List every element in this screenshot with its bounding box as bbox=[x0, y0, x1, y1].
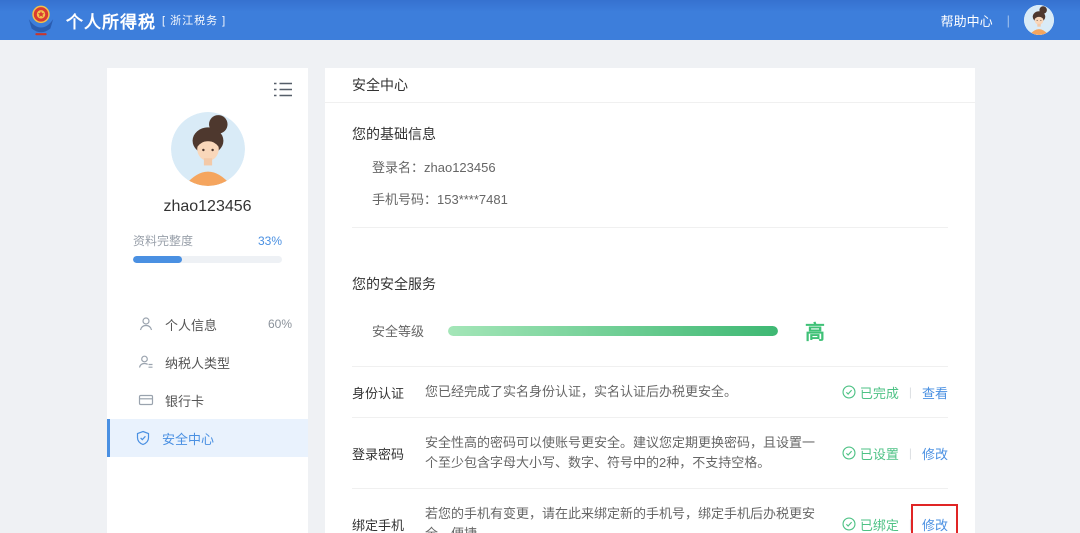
profile-progress-fill bbox=[133, 256, 182, 263]
security-row-phone: 绑定手机 若您的手机有变更，请在此来绑定新的手机号，绑定手机后办税更安全、便捷。… bbox=[352, 488, 948, 533]
status-badge: 已设置 bbox=[842, 444, 899, 463]
sidebar-item-label: 安全中心 bbox=[162, 429, 292, 448]
sidebar-menu: 个人信息 60% 纳税人类型 银行卡 bbox=[107, 305, 308, 457]
basic-info-title: 您的基础信息 bbox=[352, 124, 948, 144]
profile-avatar bbox=[171, 112, 245, 186]
check-circle-icon bbox=[842, 446, 856, 460]
security-row-password: 登录密码 安全性高的密码可以使账号更安全。建议您定期更换密码，且设置一个至少包含… bbox=[352, 417, 948, 488]
app-subtitle: [ 浙江税务 ] bbox=[162, 12, 226, 28]
security-item-label: 登录密码 bbox=[352, 444, 425, 463]
security-items-list: 身份认证 您已经完成了实名身份认证，实名认证后办税更安全。 已完成 | 查看 登… bbox=[352, 366, 948, 533]
security-item-label: 身份认证 bbox=[352, 383, 425, 402]
profile-completeness: 资料完整度 33% bbox=[133, 232, 282, 263]
sidebar-item-taxpayer-type[interactable]: 纳税人类型 bbox=[107, 343, 308, 381]
top-header: 个人所得税 [ 浙江税务 ] 帮助中心 | bbox=[0, 0, 1080, 40]
check-circle-icon bbox=[842, 517, 856, 531]
phone-number: 手机号码：153****7481 bbox=[372, 189, 948, 208]
security-item-description: 安全性高的密码可以使账号更安全。建议您定期更换密码，且设置一个至少包含字母大小写… bbox=[425, 433, 823, 473]
security-level-bar bbox=[448, 326, 778, 336]
user-avatar[interactable] bbox=[1024, 5, 1054, 35]
profile-sidebar: zhao123456 资料完整度 33% 个人信息 60% bbox=[107, 68, 308, 533]
highlight-box bbox=[911, 504, 958, 533]
modify-phone-link[interactable]: 修改 bbox=[922, 515, 948, 533]
security-level-row: 安全等级 高 bbox=[352, 316, 948, 345]
list-menu-icon[interactable] bbox=[274, 82, 292, 97]
check-circle-icon bbox=[842, 385, 856, 399]
security-item-description: 若您的手机有变更，请在此来绑定新的手机号，绑定手机后办税更安全、便捷。 bbox=[425, 504, 823, 533]
section-divider bbox=[352, 227, 948, 228]
taxpayer-icon bbox=[138, 354, 154, 370]
completeness-progressbar bbox=[133, 256, 282, 263]
status-badge: 已完成 bbox=[842, 383, 899, 402]
row-divider: | bbox=[909, 446, 912, 460]
security-item-description: 您已经完成了实名身份认证，实名认证后办税更安全。 bbox=[425, 382, 823, 402]
status-badge: 已绑定 bbox=[842, 515, 899, 533]
status-text: 已设置 bbox=[860, 444, 899, 463]
login-name: 登录名：zhao123456 bbox=[372, 157, 948, 176]
security-level-fill bbox=[448, 326, 778, 336]
app-title: 个人所得税 bbox=[66, 8, 156, 33]
completeness-label: 资料完整度 bbox=[133, 232, 193, 249]
sidebar-item-label: 银行卡 bbox=[165, 391, 292, 410]
security-level-value: 高 bbox=[805, 316, 825, 345]
sidebar-item-label: 个人信息 bbox=[165, 315, 268, 334]
person-icon bbox=[138, 316, 154, 332]
header-divider: | bbox=[1007, 13, 1010, 28]
status-text: 已完成 bbox=[860, 383, 899, 402]
sidebar-item-bank-card[interactable]: 银行卡 bbox=[107, 381, 308, 419]
completeness-value: 33% bbox=[258, 234, 282, 248]
status-text: 已绑定 bbox=[860, 515, 899, 533]
bank-card-icon bbox=[138, 392, 154, 408]
security-item-label: 绑定手机 bbox=[352, 515, 425, 533]
tax-emblem-logo bbox=[26, 4, 56, 36]
security-center-panel: 安全中心 您的基础信息 登录名：zhao123456 手机号码：153****7… bbox=[325, 68, 975, 533]
modify-password-link[interactable]: 修改 bbox=[922, 444, 948, 463]
username: zhao123456 bbox=[107, 198, 308, 216]
security-row-identity: 身份认证 您已经完成了实名身份认证，实名认证后办税更安全。 已完成 | 查看 bbox=[352, 366, 948, 417]
security-services-title: 您的安全服务 bbox=[352, 274, 948, 294]
row-divider: | bbox=[909, 517, 912, 531]
sidebar-item-personal-info[interactable]: 个人信息 60% bbox=[107, 305, 308, 343]
sidebar-item-label: 纳税人类型 bbox=[165, 353, 292, 372]
row-divider: | bbox=[909, 385, 912, 399]
sidebar-item-badge: 60% bbox=[268, 317, 292, 331]
page-title: 安全中心 bbox=[325, 68, 975, 103]
security-level-label: 安全等级 bbox=[372, 321, 428, 340]
view-link[interactable]: 查看 bbox=[922, 383, 948, 402]
sidebar-item-security-center[interactable]: 安全中心 bbox=[107, 419, 308, 457]
shield-icon bbox=[135, 430, 151, 446]
help-center-link[interactable]: 帮助中心 bbox=[941, 11, 993, 30]
